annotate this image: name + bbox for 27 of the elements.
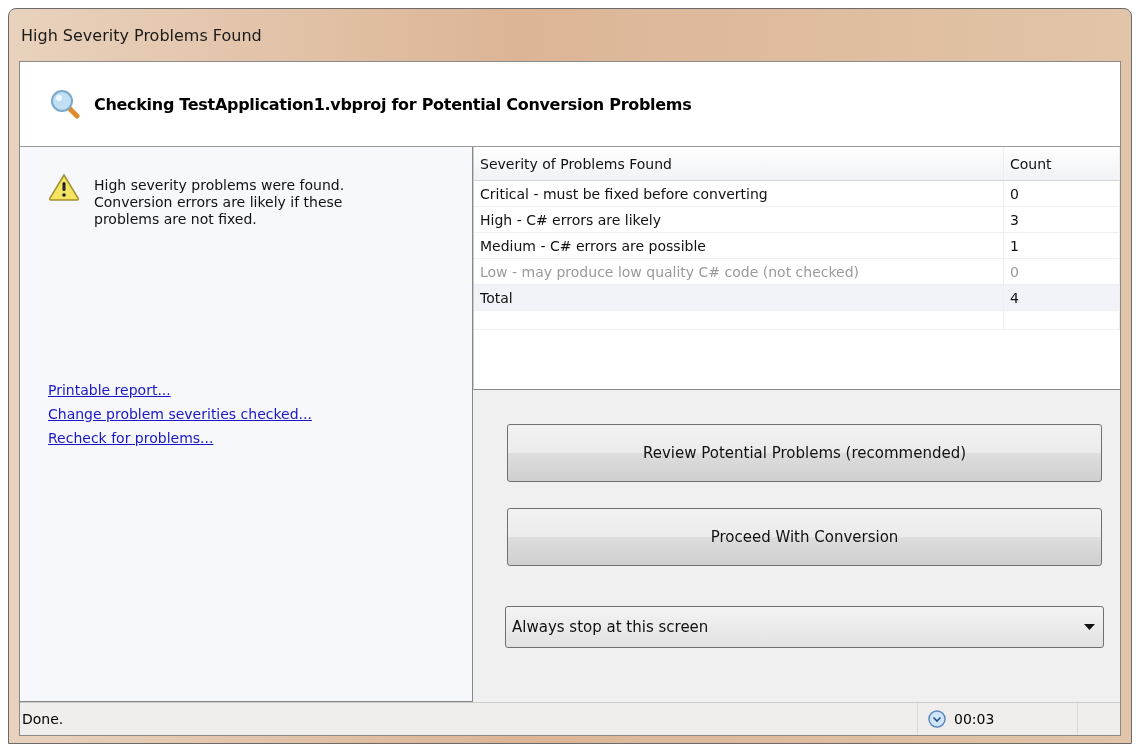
table-cell: 1: [1004, 233, 1120, 258]
table-cell: Critical - must be fixed before converting: [474, 181, 1004, 206]
elapsed-time: 00:03: [953, 711, 996, 727]
table-cell: 0: [1004, 181, 1120, 206]
action-button[interactable]: Proceed With Conversion: [507, 508, 1102, 566]
clock-icon: [928, 710, 946, 728]
table-cell: High - C# errors are likely: [474, 207, 1004, 232]
warning-message: High severity problems were found. Conversion errors are likely if these problems are not fixed.: [94, 176, 346, 228]
action-link[interactable]: Printable report...: [48, 382, 171, 398]
column-header: Severity of Problems Found: [474, 147, 1004, 180]
dropdown-caret-icon: [1084, 624, 1095, 630]
column-header: Count: [1004, 147, 1120, 180]
status-text: Done.: [21, 711, 65, 727]
action-button[interactable]: Review Potential Problems (recommended): [507, 424, 1102, 482]
magnifier-icon: [50, 89, 80, 119]
stop-mode-dropdown[interactable]: Always stop at this screen: [505, 606, 1104, 648]
table-cell: 0: [1004, 259, 1120, 284]
header-title: Checking TestApplication1.vbproj for Potential Conversion Problems: [94, 94, 692, 114]
table-cell: Low - may produce low quality C# code (not checked): [474, 259, 1004, 284]
action-link[interactable]: Change problem severities checked...: [48, 406, 312, 422]
table-cell: Medium - C# errors are possible: [474, 233, 1004, 258]
action-link[interactable]: Recheck for problems...: [48, 430, 214, 446]
window-title: High Severity Problems Found: [21, 25, 262, 45]
table-cell: 4: [1004, 285, 1120, 310]
table-cell: Total: [474, 285, 1004, 310]
table-cell: 3: [1004, 207, 1120, 232]
warning-icon: [48, 173, 80, 201]
